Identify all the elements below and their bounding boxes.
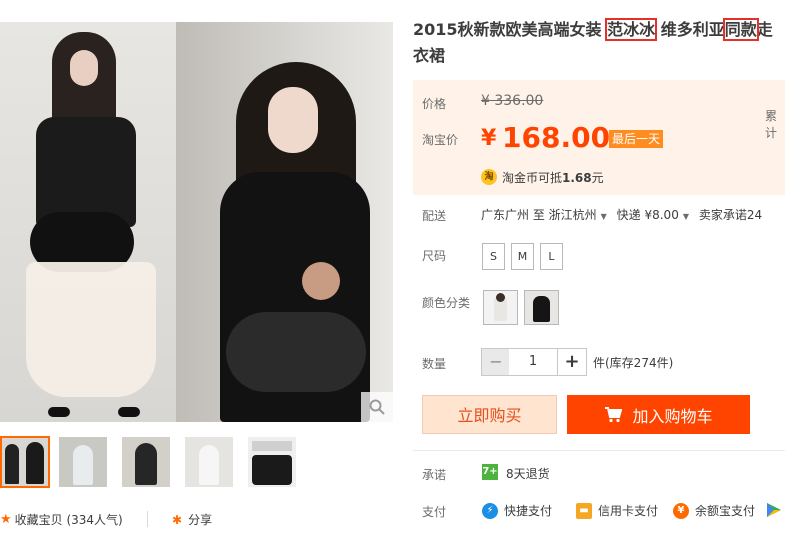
caret-down-icon: ▼ bbox=[682, 212, 689, 221]
add-to-cart-label: 加入购物车 bbox=[632, 406, 713, 426]
share-link[interactable]: ✱ 分享 bbox=[172, 511, 212, 528]
price-label: 价格 bbox=[422, 97, 447, 111]
original-price: ¥ 336.00 bbox=[481, 93, 544, 109]
size-option-m[interactable]: M bbox=[511, 243, 534, 270]
payment-method-quick[interactable]: ⚡ 快捷支付 bbox=[482, 502, 552, 519]
payment-method-label: 信用卡支付 bbox=[598, 504, 659, 518]
commitment-label: 承诺 bbox=[422, 468, 447, 482]
size-option-l[interactable]: L bbox=[540, 243, 563, 270]
shipping-label: 配送 bbox=[422, 209, 447, 223]
section-divider bbox=[413, 450, 785, 451]
current-price: 168.00 bbox=[502, 121, 611, 154]
quantity-label: 数量 bbox=[422, 357, 447, 371]
last-day-badge: 最后一天 bbox=[609, 130, 663, 148]
caret-down-icon: ▼ bbox=[600, 212, 607, 221]
ship-to-value: 浙江杭州 bbox=[548, 208, 597, 222]
coin-amount: 1.68 bbox=[562, 171, 592, 185]
express-value: 快递 ¥8.00 bbox=[616, 208, 679, 222]
model-photo-right bbox=[176, 22, 393, 422]
thumbnail-2[interactable] bbox=[59, 437, 107, 487]
quantity-input[interactable]: 1 bbox=[509, 348, 557, 376]
size-label: 尺码 bbox=[422, 249, 447, 263]
payment-method-yuebao[interactable]: ¥ 余额宝支付 bbox=[673, 502, 755, 519]
color-option-2[interactable] bbox=[524, 290, 559, 325]
taobao-price-label: 淘宝价 bbox=[422, 133, 459, 147]
ship-from: 广东广州 至 bbox=[481, 208, 545, 222]
color-label: 颜色分类 bbox=[422, 296, 471, 310]
return-policy-text[interactable]: 8天退货 bbox=[506, 465, 550, 482]
coin-text-post: 元 bbox=[591, 171, 604, 185]
seller-promise-text: 卖家承诺24 bbox=[698, 208, 763, 222]
favorite-link[interactable]: ★ 收藏宝贝 (334人气) bbox=[0, 511, 123, 528]
shipping-row: 广东广州 至 浙江杭州 ▼ 快递 ¥8.00 ▼ 卖家承诺24 bbox=[481, 206, 762, 223]
size-option-s[interactable]: S bbox=[482, 243, 505, 270]
thumbnail-5[interactable] bbox=[248, 437, 296, 487]
product-title: 2015秋新款欧美高端女装 范冰冰 维多利亚同款走 bbox=[413, 18, 785, 42]
credit-card-icon: ▬ bbox=[576, 502, 592, 519]
coin-discount-text: 淘金币可抵1.68元 bbox=[502, 169, 604, 186]
share-label: 分享 bbox=[188, 513, 213, 527]
stock-text: 件(库存274件) bbox=[593, 356, 674, 370]
main-product-image[interactable] bbox=[0, 22, 393, 422]
social-divider bbox=[147, 511, 148, 527]
express-select[interactable]: 快递 ¥8.00 ▼ bbox=[617, 208, 695, 222]
color-option-1[interactable] bbox=[483, 290, 518, 325]
share-icon: ✱ bbox=[172, 512, 183, 527]
cart-icon bbox=[605, 406, 623, 422]
payment-method-label: 余额宝支付 bbox=[695, 504, 756, 518]
taojinbi-coin-icon: 淘 bbox=[481, 169, 497, 185]
quantity-decrease-button[interactable]: − bbox=[481, 348, 511, 376]
favorite-label: 收藏宝贝 (334人气) bbox=[14, 513, 123, 527]
thumbnail-1[interactable] bbox=[0, 436, 50, 488]
magnifier-icon bbox=[369, 399, 385, 415]
payment-method-label: 快捷支付 bbox=[504, 504, 553, 518]
quantity-increase-button[interactable]: + bbox=[557, 348, 587, 376]
add-to-cart-button[interactable]: 加入购物车 bbox=[567, 395, 750, 434]
seven-day-return-icon: 7+ bbox=[482, 464, 498, 480]
ship-to-select[interactable]: 浙江杭州 ▼ bbox=[549, 208, 613, 222]
zoom-button[interactable] bbox=[361, 392, 393, 422]
title-highlight-same-style: 同款 bbox=[722, 18, 759, 41]
payment-label: 支付 bbox=[422, 505, 447, 519]
more-payment-icon[interactable] bbox=[766, 502, 782, 518]
quick-pay-icon: ⚡ bbox=[482, 502, 498, 519]
star-icon: ★ bbox=[0, 512, 12, 527]
model-photo-left bbox=[0, 22, 176, 422]
yuebao-icon: ¥ bbox=[673, 502, 689, 519]
cumulative-sales-label: 累计 bbox=[765, 109, 778, 140]
currency-symbol: ¥ bbox=[481, 126, 497, 151]
buy-now-button[interactable]: 立即购买 bbox=[422, 395, 557, 434]
title-highlight-name: 范冰冰 bbox=[605, 18, 658, 41]
title-part: 走 bbox=[756, 20, 773, 39]
payment-method-credit-card[interactable]: ▬ 信用卡支付 bbox=[576, 502, 658, 519]
title-part: 维多利亚 bbox=[655, 20, 725, 39]
thumbnail-4[interactable] bbox=[185, 437, 233, 487]
coin-text-pre: 淘金币可抵 bbox=[502, 171, 563, 185]
product-title-line2: 衣裙 bbox=[413, 46, 446, 65]
title-part: 2015秋新款欧美高端女装 bbox=[413, 20, 608, 39]
thumbnail-3[interactable] bbox=[122, 437, 170, 487]
